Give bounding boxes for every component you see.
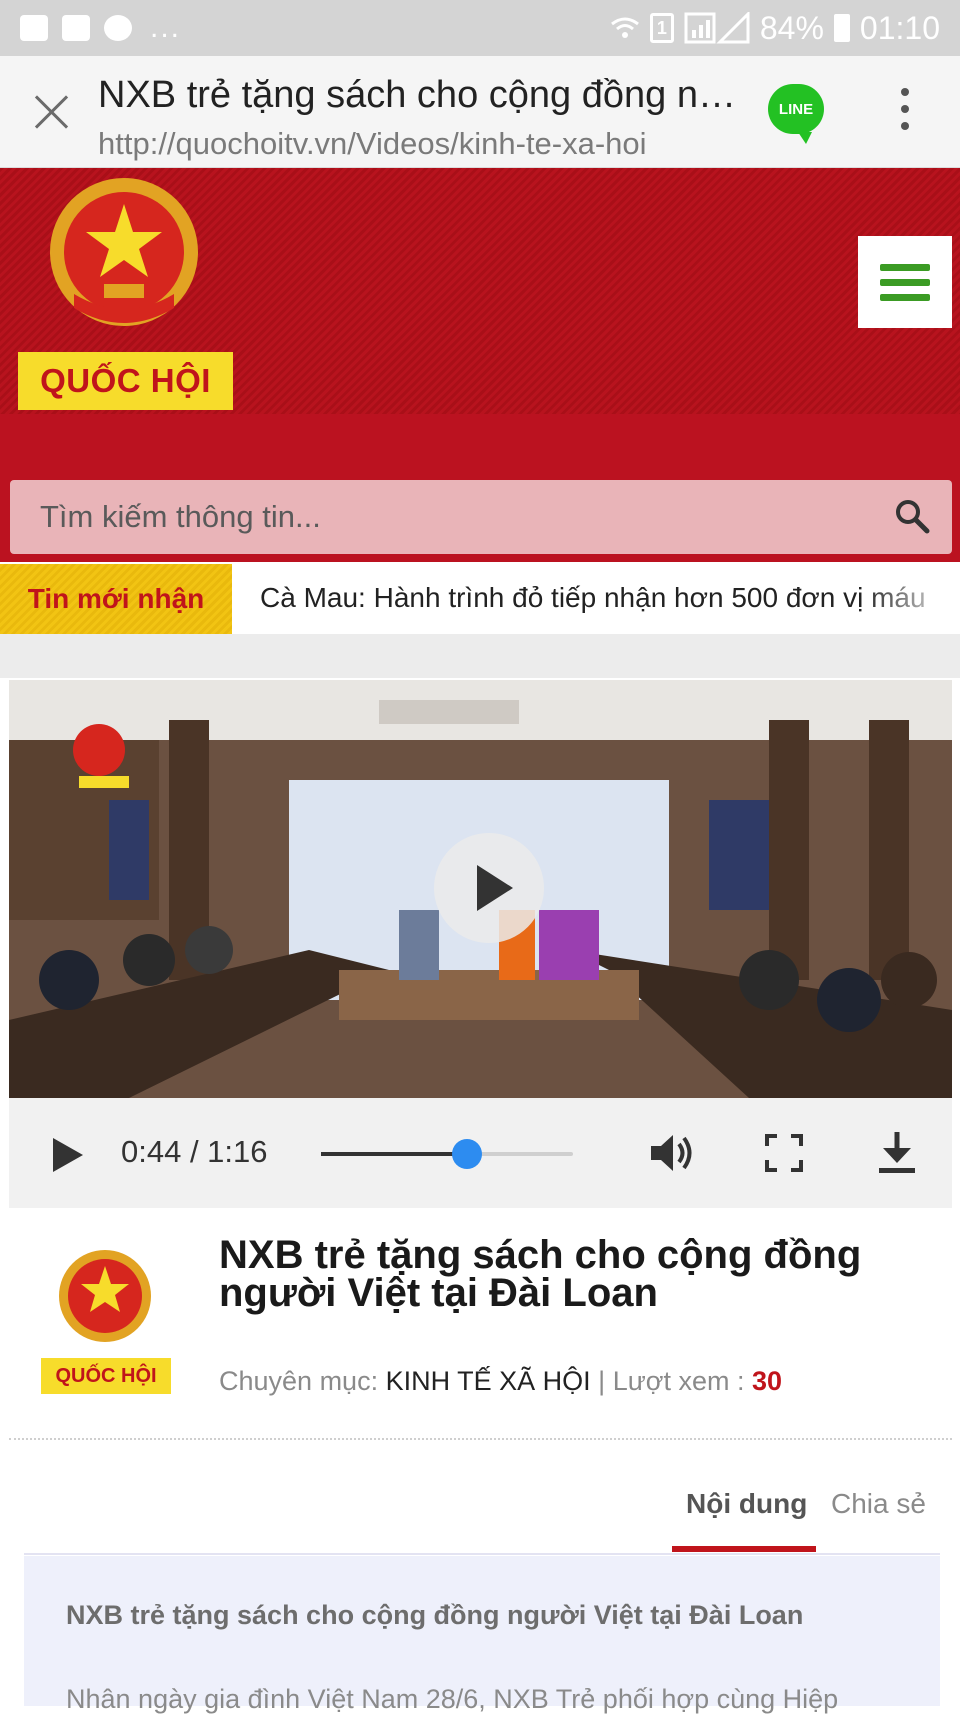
article-header: QUỐC HỘI NXB trẻ tặng sách cho cộng đồng… [9, 1208, 952, 1440]
site-header: QUỐC HỘI [0, 168, 960, 414]
meta-separator: | [598, 1366, 606, 1396]
search-input[interactable] [38, 480, 858, 554]
article-title: NXB trẻ tặng sách cho cộng đồng người Vi… [219, 1233, 862, 1315]
menu-bar-icon [880, 293, 930, 301]
battery-percent: 84% [759, 9, 824, 46]
tab-share[interactable]: Chia sẻ [831, 1488, 926, 1520]
chrome-icon [104, 15, 132, 41]
ticker-headline[interactable]: Cà Mau: Hành trình đỏ tiếp nhận hơn 500 … [260, 582, 960, 614]
quoc-hoi-badge: QUỐC HỘI [41, 1358, 171, 1394]
video-controls: 0:44 / 1:16 [9, 1098, 952, 1208]
seek-handle[interactable] [452, 1139, 483, 1169]
signal-icon [684, 12, 750, 44]
battery-icon [833, 14, 850, 42]
more-notifications: ... [150, 11, 182, 44]
browser-toolbar: NXB trẻ tặng sách cho cộng đồng người Vi… [0, 56, 960, 168]
seek-progress [321, 1152, 468, 1156]
news-ticker: Tin mới nhận Cà Mau: Hành trình đỏ tiếp … [0, 562, 960, 634]
ticker-label: Tin mới nhận [0, 564, 232, 634]
content-heading: NXB trẻ tặng sách cho cộng đồng người Vi… [66, 1600, 804, 1630]
fullscreen-icon[interactable] [765, 1134, 803, 1172]
seek-bar[interactable] [321, 1139, 573, 1169]
tab-content[interactable]: Nội dung [686, 1488, 807, 1520]
line-share-button[interactable]: LINE [768, 84, 824, 144]
national-emblem-logo[interactable] [44, 174, 204, 344]
volume-icon[interactable] [649, 1132, 695, 1174]
content-paragraph: Nhân ngày gia đình Việt Nam 28/6, NXB Tr… [66, 1684, 839, 1714]
search-bar [10, 480, 952, 554]
hamburger-menu-button[interactable] [858, 236, 952, 328]
download-icon[interactable] [877, 1130, 917, 1174]
sim-icon: 1 [649, 13, 674, 43]
spacer [0, 634, 960, 678]
play-icon[interactable] [53, 1138, 83, 1172]
wifi-icon [610, 17, 639, 38]
active-tab-indicator [672, 1546, 816, 1552]
article-content: NXB trẻ tặng sách cho cộng đồng người Vi… [24, 1556, 940, 1714]
article-tabs: Nội dung Chia sẻ [0, 1442, 960, 1556]
more-menu-icon[interactable] [896, 88, 914, 136]
play-overlay-button[interactable] [434, 833, 544, 943]
national-emblem-icon [59, 1250, 151, 1342]
menu-bar-icon [880, 278, 930, 286]
tab-divider [24, 1553, 940, 1555]
page-url[interactable]: http://quochoitv.vn/Videos/kinh-te-xa-ho… [98, 126, 738, 162]
video-time: 0:44 / 1:16 [121, 1134, 268, 1169]
image-icon [20, 15, 48, 41]
quoc-hoi-label[interactable]: QUỐC HỘI [18, 352, 233, 410]
video-player[interactable] [9, 680, 952, 1098]
category-label: Chuyên mục: [219, 1366, 379, 1396]
views-label: Lượt xem : [612, 1366, 745, 1396]
clock: 01:10 [859, 9, 940, 46]
search-icon[interactable] [894, 498, 930, 534]
page-title: NXB trẻ tặng sách cho cộng đồng người Vi… [98, 74, 738, 116]
menu-bar-icon [880, 263, 930, 271]
status-bar: ... 1 84% 01:10 [0, 0, 960, 56]
chat-icon [62, 15, 90, 41]
views-count: 30 [752, 1366, 783, 1396]
category-link[interactable]: KINH TẾ XÃ HỘI [386, 1366, 591, 1396]
close-icon[interactable] [30, 90, 74, 134]
article-meta: Chuyên mục: KINH TẾ XÃ HỘI | Lượt xem : … [219, 1366, 782, 1397]
